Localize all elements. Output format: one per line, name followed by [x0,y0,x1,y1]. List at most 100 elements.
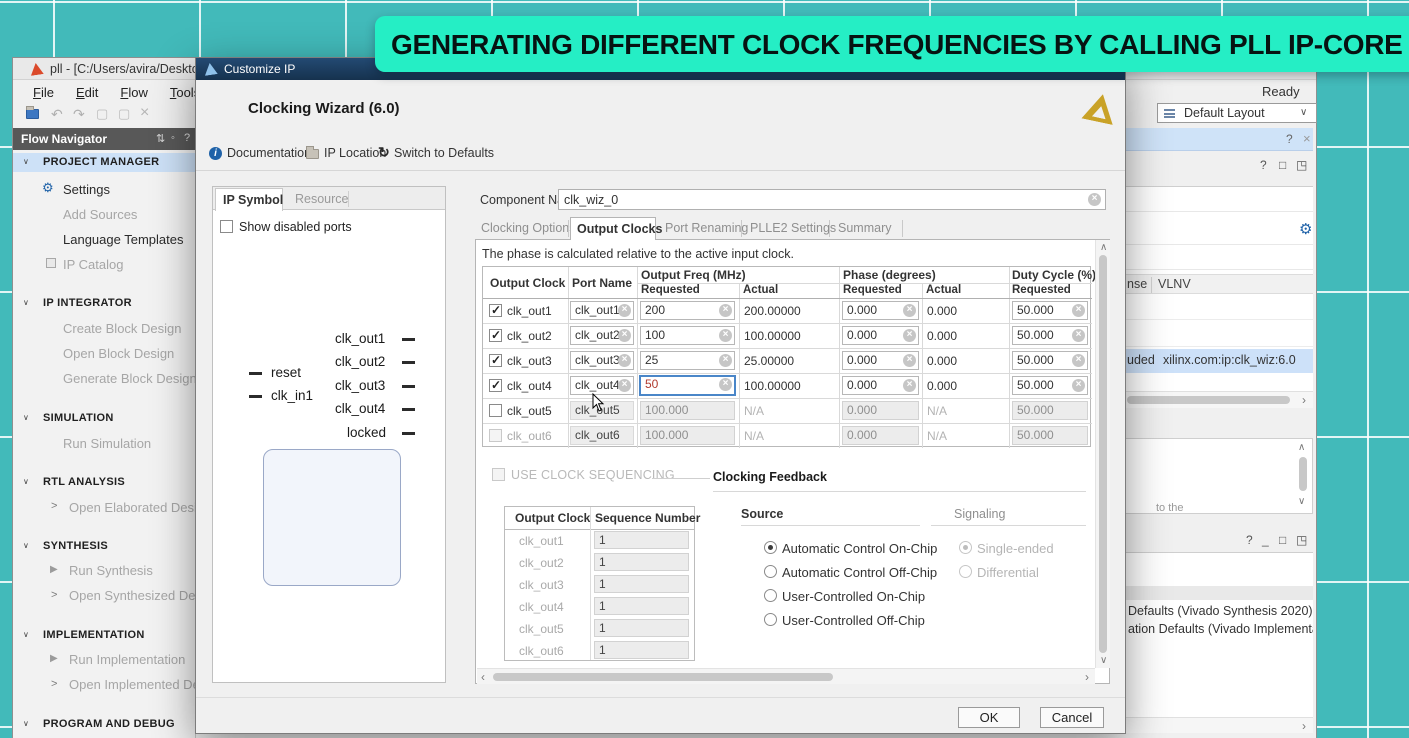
gear-icon[interactable]: ⚙ [1299,220,1312,238]
duty-requested-field[interactable]: 50.000 [1012,351,1088,370]
clear-icon[interactable] [618,379,631,392]
sidebar-item-settings[interactable]: Settings [63,182,110,197]
help-icon[interactable]: ? [1246,533,1253,547]
clear-icon[interactable] [903,354,916,367]
row-checkbox[interactable] [489,304,502,317]
vlnv-column-header[interactable]: VLNV [1158,277,1191,291]
menu-file[interactable]: File [33,85,54,100]
layout-selector[interactable]: Default Layout ∨ [1157,103,1317,123]
clear-icon[interactable] [1072,354,1085,367]
tab-port-renaming[interactable]: Port Renaming [665,221,748,235]
scroll-up-icon[interactable]: ∧ [1100,243,1107,253]
sidebar-section-program-and-debug[interactable]: PROGRAM AND DEBUG [43,718,175,730]
content-vscrollbar[interactable]: ∧ ∨ [1095,240,1110,668]
clear-icon[interactable] [618,304,631,317]
help-icon[interactable]: ? [184,132,190,144]
sidebar-section-synthesis[interactable]: SYNTHESIS [43,540,108,552]
row-checkbox[interactable] [489,404,502,417]
phase-requested-field[interactable]: 0.000 [842,351,919,370]
redo-icon[interactable]: ↷ [73,106,85,123]
section-chevron-icon[interactable]: ∨ [23,298,29,307]
radio-automatic-on-chip[interactable] [764,541,777,554]
duty-requested-field[interactable]: 50.000 [1012,376,1088,395]
implementation-defaults-row[interactable]: ation Defaults (Vivado Implementation 2 [1128,622,1313,636]
tab-output-clocks[interactable]: Output Clocks [570,217,656,240]
freq-requested-field-editing[interactable]: 50 [639,375,736,396]
help-icon[interactable]: ? [1260,158,1267,172]
show-disabled-ports-checkbox[interactable] [220,220,233,233]
sidebar-item-generate-block-design[interactable]: Generate Block Design [63,371,197,386]
clear-icon[interactable] [719,354,732,367]
documentation-link[interactable]: Documentation [227,146,311,160]
tab-summary[interactable]: Summary [838,221,891,235]
open-project-icon[interactable] [26,109,39,119]
clear-icon[interactable] [1088,193,1101,206]
sidebar-item-language-templates[interactable]: Language Templates [63,232,183,247]
menu-flow[interactable]: Flow [120,85,147,100]
ip-row-selected[interactable]: uded xilinx.com:ip:clk_wiz:6.0 [1125,349,1313,373]
clear-icon[interactable] [1072,379,1085,392]
undo-icon[interactable]: ↶ [51,106,63,123]
close-icon[interactable]: × [1303,131,1311,146]
port-name-field[interactable]: clk_out3 [570,351,634,370]
sidebar-item-run-synthesis[interactable]: Run Synthesis [69,563,153,578]
synthesis-defaults-row[interactable]: Defaults (Vivado Synthesis 2020) [1128,604,1313,618]
tab-plle2-settings[interactable]: PLLE2 Settings [750,221,836,235]
section-chevron-icon[interactable]: ∨ [23,719,29,728]
section-chevron-icon[interactable]: ∨ [23,541,29,550]
sidebar-item-ip-catalog[interactable]: IP Catalog [63,257,123,272]
cancel-button[interactable]: Cancel [1040,707,1104,728]
sidebar-section-implementation[interactable]: IMPLEMENTATION [43,629,145,641]
help-icon[interactable]: ? [1286,132,1293,146]
radio-automatic-off-chip[interactable] [764,565,777,578]
ip-list-hscrollbar[interactable]: › [1125,391,1313,408]
switch-to-defaults-link[interactable]: Switch to Defaults [394,146,494,160]
scroll-left-icon[interactable]: ‹ [481,672,485,682]
tab-resource-label[interactable]: Resource [295,192,349,206]
ok-button[interactable]: OK [958,707,1020,728]
paste-icon[interactable]: ▢ [118,106,130,122]
scroll-down-icon[interactable]: ∨ [1100,656,1107,666]
radio-user-off-chip-label[interactable]: User-Controlled Off-Chip [782,613,925,628]
radio-automatic-on-chip-label[interactable]: Automatic Control On-Chip [782,541,937,556]
menu-edit[interactable]: Edit [76,85,98,100]
clear-icon[interactable] [903,329,916,342]
right-panel-titlebar[interactable]: ? × [1125,128,1313,151]
float-icon[interactable]: ◳ [1296,533,1307,547]
content-hscrollbar[interactable]: ‹ › [477,668,1095,684]
freq-requested-field[interactable]: 25 [640,351,735,370]
section-chevron-icon[interactable]: ∨ [23,413,29,422]
radio-user-on-chip-label[interactable]: User-Controlled On-Chip [782,589,925,604]
component-name-input[interactable]: clk_wiz_0 [558,189,1106,210]
sidebar-item-run-implementation[interactable]: Run Implementation [69,652,185,667]
clear-icon[interactable] [719,378,732,391]
delete-icon[interactable]: × [140,104,149,122]
freq-requested-field[interactable]: 100 [640,326,735,345]
tab-clocking-options[interactable]: Clocking Options [481,221,576,235]
clear-icon[interactable] [1072,329,1085,342]
radio-automatic-off-chip-label[interactable]: Automatic Control Off-Chip [782,565,937,580]
section-chevron-icon[interactable]: ∨ [23,157,29,166]
clear-icon[interactable] [618,329,631,342]
row-checkbox[interactable] [489,379,502,392]
clear-icon[interactable] [1072,304,1085,317]
port-name-field[interactable]: clk_out1 [570,301,634,320]
sidebar-item-open-block-design[interactable]: Open Block Design [63,346,174,361]
float-icon[interactable]: ◳ [1296,158,1307,172]
maximize-icon[interactable]: □ [1279,158,1286,172]
license-column-header[interactable]: nse [1127,277,1147,291]
row-checkbox[interactable] [489,329,502,342]
sidebar-section-rtl-analysis[interactable]: RTL ANALYSIS [43,476,125,488]
expand-icon[interactable]: > [51,500,57,512]
scroll-right-icon[interactable]: › [1302,395,1306,405]
phase-requested-field[interactable]: 0.000 [842,376,919,395]
duty-requested-field[interactable]: 50.000 [1012,326,1088,345]
flow-navigator-header[interactable]: Flow Navigator ⇅ ◦ ? [13,128,196,150]
clear-icon[interactable] [719,304,732,317]
clear-icon[interactable] [618,354,631,367]
section-chevron-icon[interactable]: ∨ [23,477,29,486]
settings-hscrollbar[interactable]: › [1125,717,1313,733]
row-checkbox[interactable] [489,354,502,367]
phase-requested-field[interactable]: 0.000 [842,301,919,320]
radio-user-on-chip[interactable] [764,589,777,602]
